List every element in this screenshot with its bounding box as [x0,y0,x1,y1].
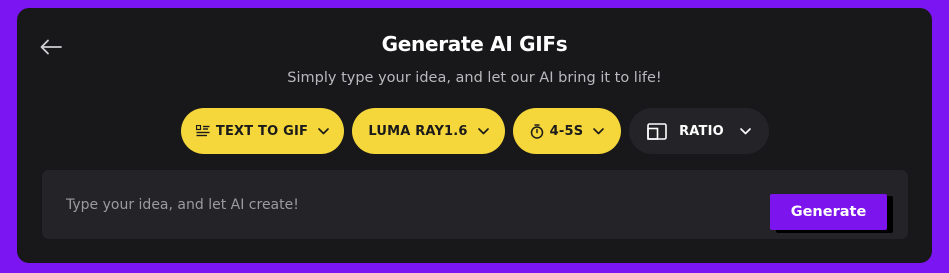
prompt-input[interactable] [66,190,746,220]
chevron-down-icon [740,127,751,134]
ratio-dropdown[interactable]: RATIO [629,108,769,154]
chevron-down-icon [318,127,329,134]
mode-dropdown[interactable]: TEXT TO GIF [181,108,344,154]
mode-label: TEXT TO GIF [215,123,309,139]
aspect-ratio-icon [647,122,667,140]
page-title: Generate AI GIFs [381,32,568,56]
prompt-box: Generate [42,170,908,239]
duration-label: 4-5S [549,123,584,139]
duration-dropdown[interactable]: 4-5S [513,108,621,154]
text-lines-icon [195,125,210,137]
model-label: LUMA RAY1.6 [368,123,468,139]
generate-button[interactable]: Generate [770,194,887,230]
chevron-down-icon [593,127,605,134]
model-dropdown[interactable]: LUMA RAY1.6 [352,108,505,154]
stopwatch-icon [530,123,543,139]
chevron-down-icon [477,127,489,134]
ratio-label: RATIO [679,123,724,139]
generator-card: Generate AI GIFs Simply type your idea, … [17,8,932,263]
page-subtitle: Simply type your idea, and let our AI br… [287,70,662,86]
